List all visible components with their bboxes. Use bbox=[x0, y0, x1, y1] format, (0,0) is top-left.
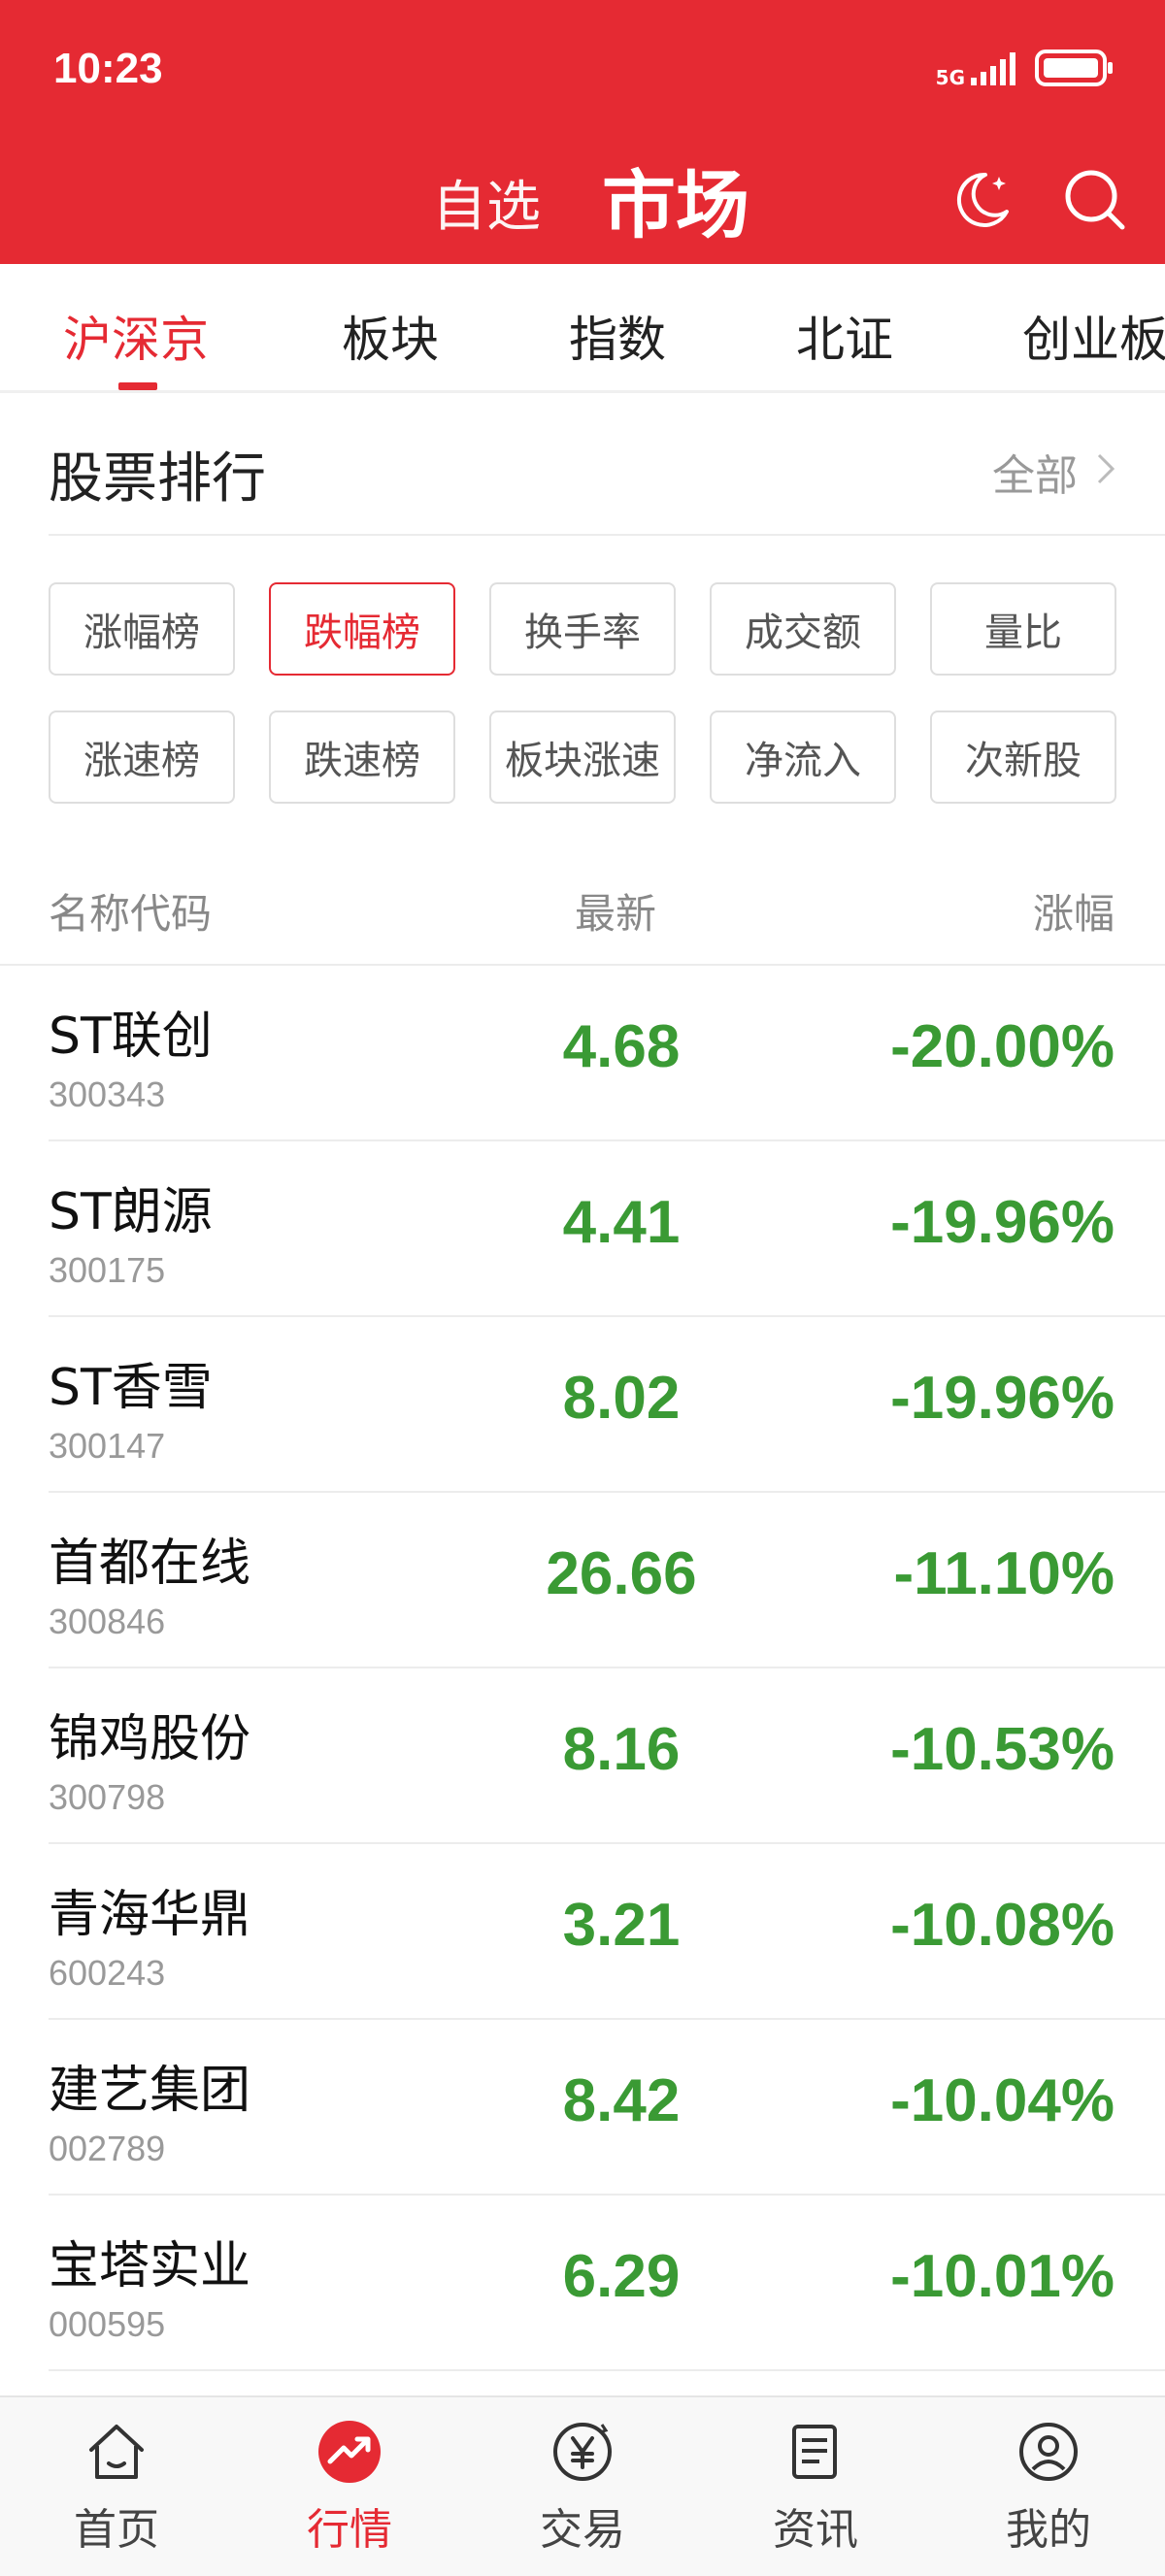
view-all-link[interactable]: 全部 bbox=[992, 441, 1116, 503]
stock-code: 002789 bbox=[49, 2129, 166, 2168]
filter-sector-speed[interactable]: 板块涨速 bbox=[489, 710, 676, 804]
stock-change: -19.96% bbox=[890, 1189, 1115, 1256]
column-header-name[interactable]: 名称代码 bbox=[49, 881, 212, 941]
tab-index[interactable]: 指数 bbox=[569, 301, 666, 371]
home-icon bbox=[83, 2419, 150, 2485]
filter-trade-amount[interactable]: 成交额 bbox=[710, 582, 896, 676]
filter-new-stocks[interactable]: 次新股 bbox=[930, 710, 1116, 804]
stock-name: ST香雪 bbox=[49, 1359, 213, 1417]
app-header: 10:23 5G 自选 市场 bbox=[0, 0, 1165, 264]
stock-change: -11.10% bbox=[893, 1540, 1115, 1607]
market-trend-icon bbox=[316, 2419, 383, 2485]
stock-price: 26.66 bbox=[546, 1540, 697, 1607]
tab-watchlist[interactable]: 自选 bbox=[432, 163, 541, 242]
stock-code: 300798 bbox=[49, 1777, 166, 1817]
tab-beizheng[interactable]: 北证 bbox=[796, 301, 893, 371]
column-header-price[interactable]: 最新 bbox=[575, 881, 656, 941]
table-row[interactable]: 青海华鼎 600243 3.21 -10.08% bbox=[0, 1844, 1165, 2020]
tab-chinext[interactable]: 创业板 bbox=[1022, 301, 1165, 371]
signal-icon: 5G bbox=[936, 52, 1017, 87]
table-row[interactable]: ST联创 300343 4.68 -20.00% bbox=[0, 966, 1165, 1141]
stock-code: 000595 bbox=[49, 2304, 166, 2344]
table-row[interactable]: ST香雪 300147 8.02 -19.96% bbox=[0, 1317, 1165, 1493]
search-icon[interactable] bbox=[1060, 165, 1130, 235]
profile-icon bbox=[1015, 2419, 1082, 2485]
stock-price: 4.68 bbox=[562, 1013, 681, 1080]
nav-news-label: 资讯 bbox=[773, 2505, 858, 2555]
filter-losers[interactable]: 跌幅榜 bbox=[269, 582, 455, 676]
stock-name: 首都在线 bbox=[49, 1535, 251, 1593]
row-divider bbox=[49, 2369, 1165, 2371]
filter-gainers[interactable]: 涨幅榜 bbox=[49, 582, 235, 676]
tab-market[interactable]: 市场 bbox=[602, 146, 749, 252]
nav-market-label: 行情 bbox=[307, 2505, 392, 2555]
active-tab-indicator bbox=[118, 382, 157, 390]
stock-code: 300846 bbox=[49, 1602, 166, 1641]
stock-price: 8.02 bbox=[562, 1365, 681, 1432]
table-row[interactable]: 建艺集团 002789 8.42 -10.04% bbox=[0, 2020, 1165, 2196]
column-header-change[interactable]: 涨幅 bbox=[1033, 881, 1115, 941]
table-row[interactable]: 锦鸡股份 300798 8.16 -10.53% bbox=[0, 1668, 1165, 1844]
nav-home-label: 首页 bbox=[74, 2505, 159, 2555]
stock-change: -10.53% bbox=[890, 1716, 1115, 1783]
stock-change: -20.00% bbox=[890, 1013, 1115, 1080]
stock-name: ST联创 bbox=[49, 1007, 213, 1066]
tab-hushenjing[interactable]: 沪深京 bbox=[63, 301, 209, 371]
night-mode-icon[interactable] bbox=[947, 165, 1016, 235]
filter-turnover-rate[interactable]: 换手率 bbox=[489, 582, 676, 676]
chevron-right-icon bbox=[1095, 447, 1116, 497]
table-row[interactable]: 首都在线 300846 26.66 -11.10% bbox=[0, 1493, 1165, 1668]
filter-volume-ratio[interactable]: 量比 bbox=[930, 582, 1116, 676]
trade-yen-icon bbox=[549, 2419, 616, 2485]
stock-name: 建艺集团 bbox=[49, 2062, 251, 2120]
stock-name: 青海华鼎 bbox=[49, 1886, 251, 1944]
table-row[interactable]: 宝塔实业 000595 6.29 -10.01% bbox=[0, 2196, 1165, 2371]
status-icons: 5G bbox=[936, 49, 1115, 91]
nav-trade[interactable]: 交易 bbox=[466, 2397, 699, 2576]
nav-home[interactable]: 首页 bbox=[0, 2397, 233, 2576]
stock-code: 300147 bbox=[49, 1426, 166, 1466]
stock-name: ST朗源 bbox=[49, 1183, 213, 1241]
stock-change: -10.01% bbox=[890, 2243, 1115, 2310]
filter-fast-fall[interactable]: 跌速榜 bbox=[269, 710, 455, 804]
nav-market[interactable]: 行情 bbox=[233, 2397, 466, 2576]
stock-code: 600243 bbox=[49, 1953, 166, 1993]
nav-profile-label: 我的 bbox=[1006, 2505, 1091, 2555]
bottom-navigation: 首页 行情 交易 资讯 我的 bbox=[0, 2395, 1165, 2576]
filter-fast-rise[interactable]: 涨速榜 bbox=[49, 710, 235, 804]
battery-icon bbox=[1035, 49, 1115, 91]
table-row[interactable]: ST朗源 300175 4.41 -19.96% bbox=[0, 1141, 1165, 1317]
section-title: 股票排行 bbox=[49, 447, 266, 511]
news-icon bbox=[782, 2419, 849, 2485]
tab-sector[interactable]: 板块 bbox=[342, 301, 439, 371]
stock-name: 锦鸡股份 bbox=[49, 1710, 251, 1768]
stock-code: 300343 bbox=[49, 1074, 166, 1114]
nav-news[interactable]: 资讯 bbox=[699, 2397, 932, 2576]
stock-price: 8.16 bbox=[562, 1716, 681, 1783]
nav-trade-label: 交易 bbox=[540, 2505, 625, 2555]
stock-change: -10.04% bbox=[890, 2067, 1115, 2134]
stock-price: 6.29 bbox=[562, 2243, 681, 2310]
stock-change: -10.08% bbox=[890, 1892, 1115, 1959]
nav-profile[interactable]: 我的 bbox=[932, 2397, 1165, 2576]
stock-name: 宝塔实业 bbox=[49, 2237, 251, 2295]
network-type: 5G bbox=[935, 66, 965, 89]
category-tab-bar: 沪深京 板块 指数 北证 创业板 bbox=[0, 264, 1165, 393]
status-time: 10:23 bbox=[53, 45, 163, 92]
stock-change: -19.96% bbox=[890, 1365, 1115, 1432]
stock-price: 3.21 bbox=[562, 1892, 681, 1959]
header-title-row: 自选 市场 bbox=[0, 146, 1165, 252]
stock-price: 8.42 bbox=[562, 2067, 681, 2134]
stock-price: 4.41 bbox=[562, 1189, 681, 1256]
section-divider bbox=[49, 534, 1165, 536]
filter-net-inflow[interactable]: 净流入 bbox=[710, 710, 896, 804]
stock-code: 300175 bbox=[49, 1250, 166, 1290]
view-all-label: 全部 bbox=[992, 451, 1078, 501]
